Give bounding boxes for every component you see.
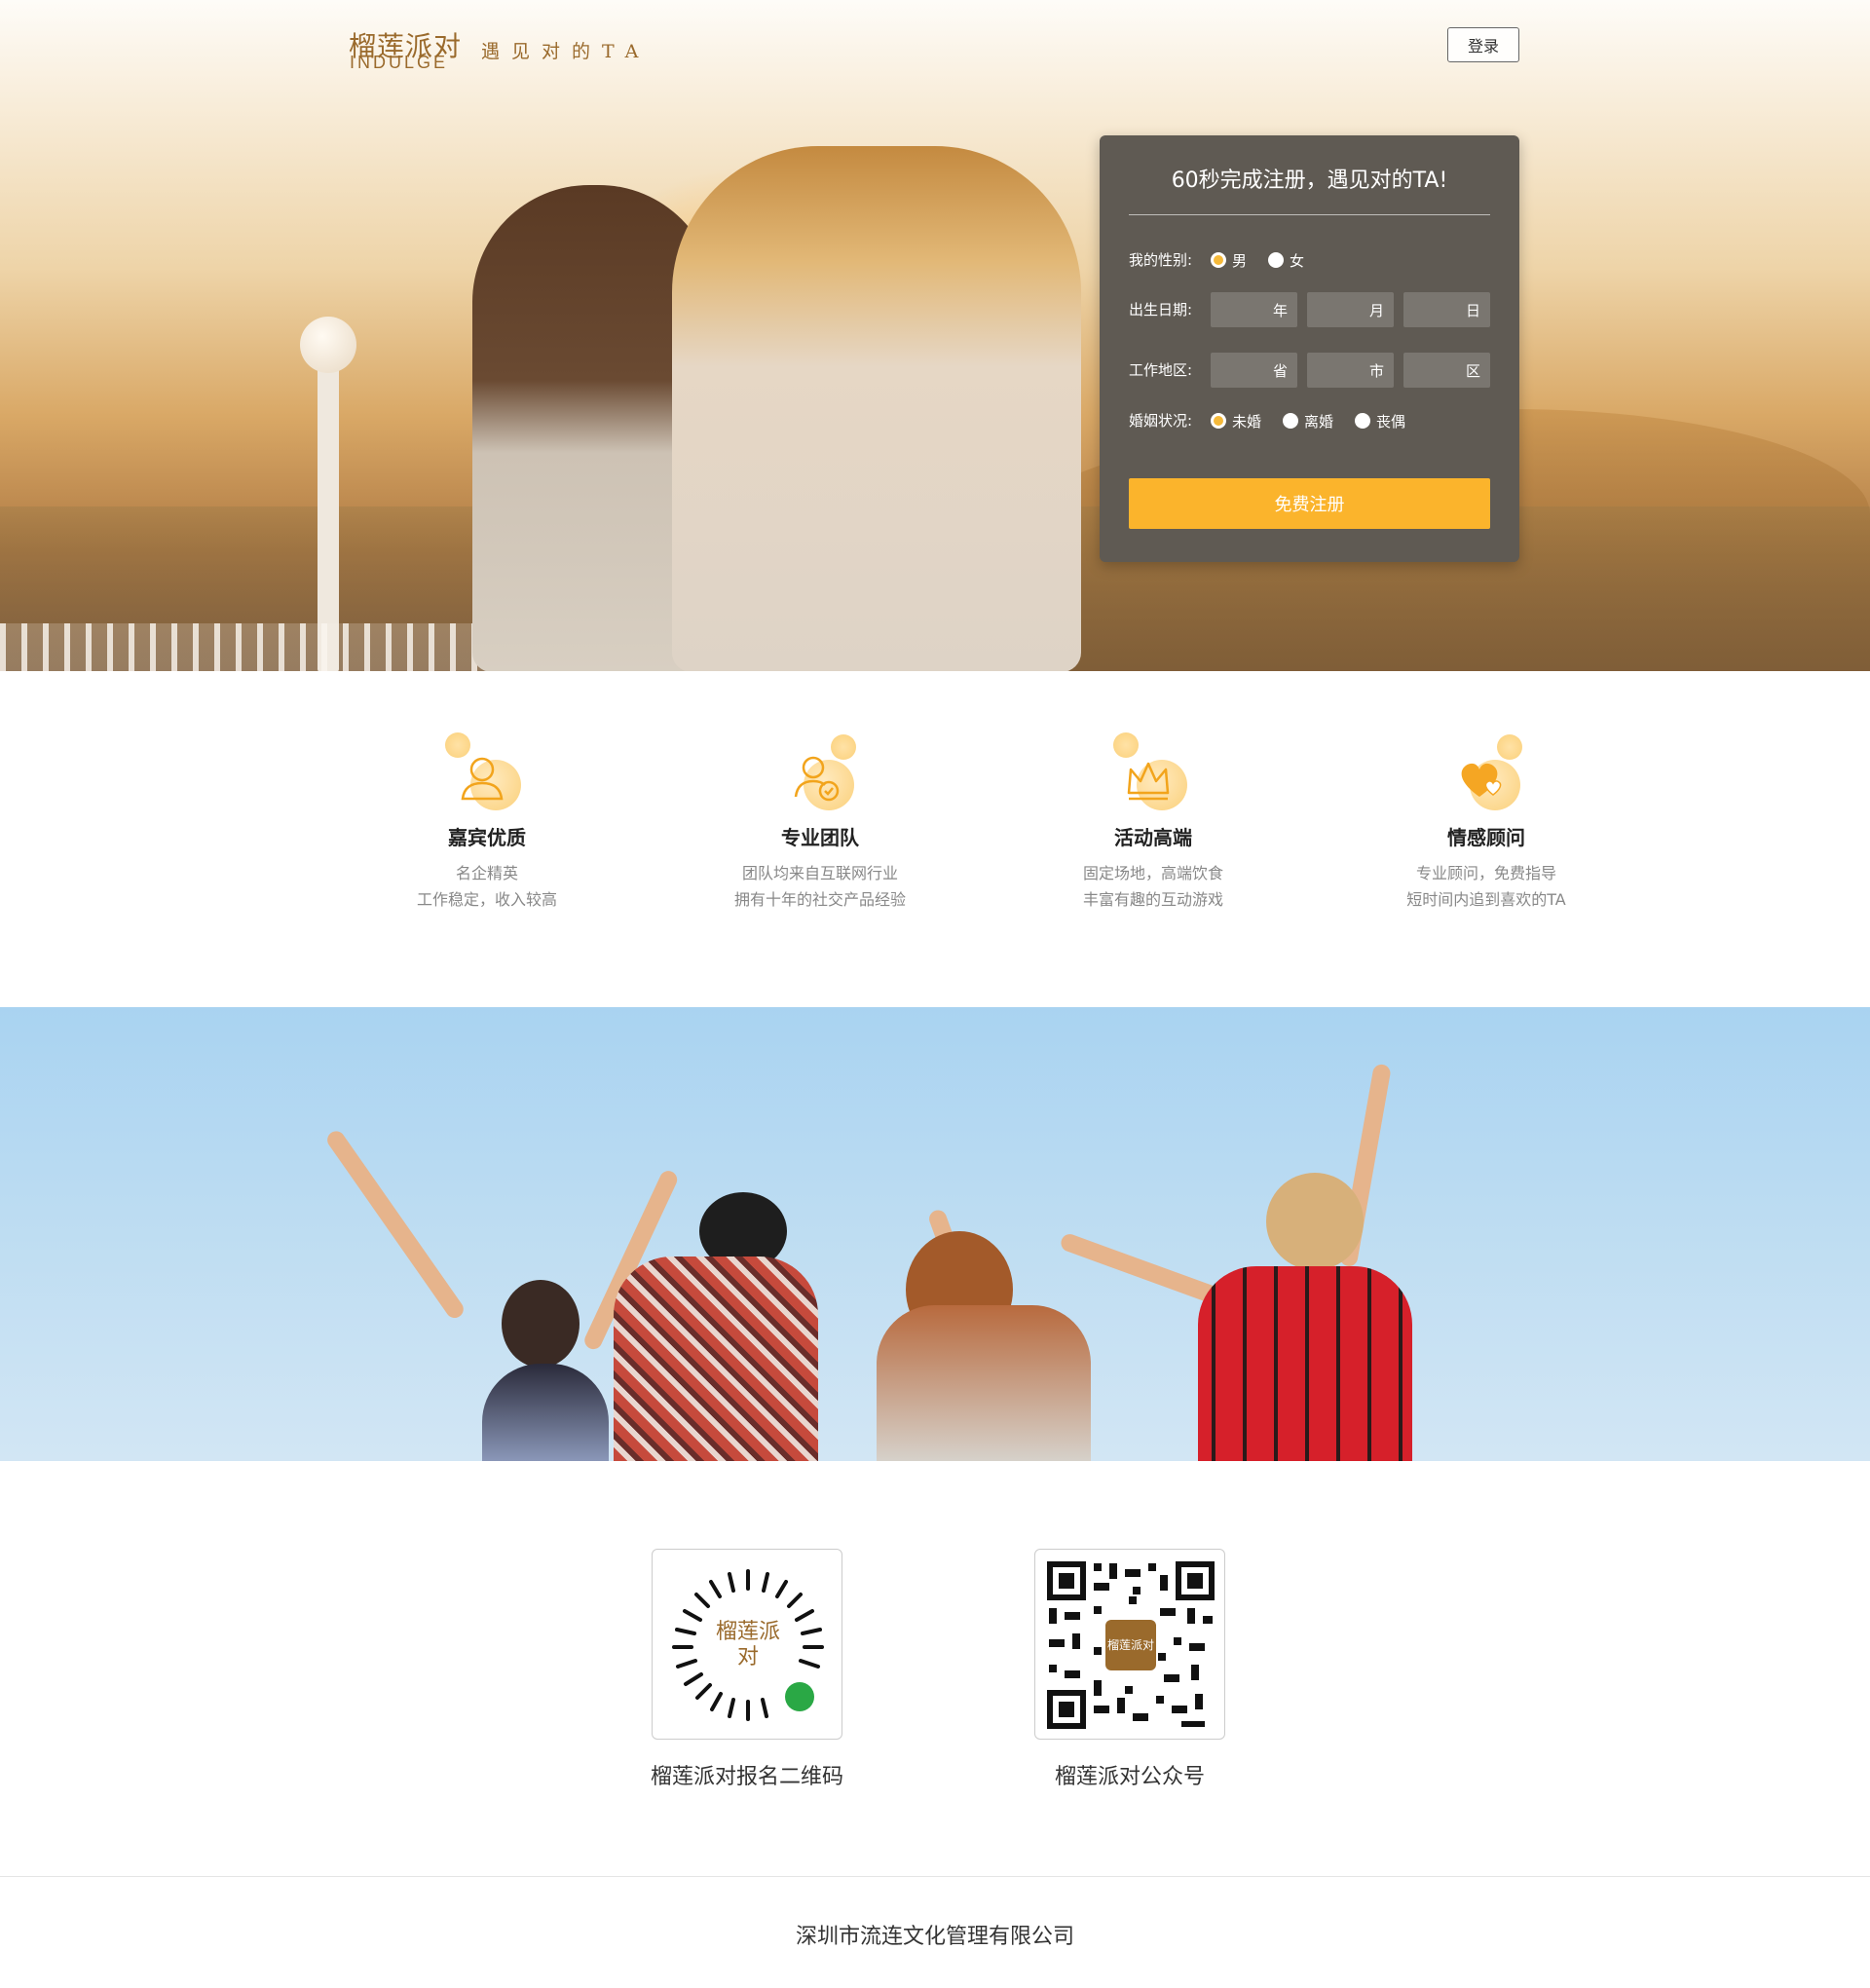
feature-emotional-advisor: 情感顾问 专业顾问，免费指导 短时间内追到喜欢的TA xyxy=(1369,731,1603,913)
feature-high-end-events: 活动高端 固定场地，高端饮食 丰富有趣的互动游戏 xyxy=(1036,731,1270,913)
friend-head-straw-hat xyxy=(1266,1173,1364,1270)
radio-unselected-icon xyxy=(1355,413,1371,429)
gender-options: 男 女 xyxy=(1211,243,1326,278)
header: 榴莲派对 INDULGE 遇见对的TA 登录 xyxy=(349,25,1519,74)
radio-label: 丧偶 xyxy=(1376,412,1406,431)
gender-row: 我的性别: 男 女 xyxy=(1129,243,1490,278)
feature-desc: 专业顾问，免费指导 xyxy=(1415,864,1556,882)
region-selects: 省 市 区 xyxy=(1211,353,1490,388)
marital-divorced-radio[interactable]: 离婚 xyxy=(1283,411,1333,431)
divider xyxy=(1129,214,1490,215)
feature-desc: 工作稳定，收入较高 xyxy=(416,890,557,909)
radio-label: 离婚 xyxy=(1304,412,1334,431)
friend-body-red-plaid xyxy=(1198,1266,1412,1461)
verified-person-icon xyxy=(776,731,864,818)
radio-unselected-icon xyxy=(1268,252,1285,268)
mini-program-qr-code[interactable]: 榴莲派对 xyxy=(652,1549,842,1740)
feature-desc: 短时间内追到喜欢的TA xyxy=(1406,890,1566,909)
radio-unselected-icon xyxy=(1283,413,1299,429)
raised-arm xyxy=(323,1127,468,1322)
feature-desc: 拥有十年的社交产品经验 xyxy=(733,890,906,909)
radio-selected-icon xyxy=(1211,413,1226,429)
birth-year-select[interactable]: 年 xyxy=(1211,292,1297,327)
friend-head xyxy=(502,1280,580,1368)
marital-single-radio[interactable]: 未婚 xyxy=(1211,411,1261,431)
gender-male-radio[interactable]: 男 xyxy=(1211,250,1247,271)
qr-center-logo: 榴莲派对 xyxy=(713,1610,783,1680)
feature-title: 活动高端 xyxy=(1114,826,1192,849)
footer-company-name: 深圳市流连文化管理有限公司 xyxy=(795,1925,1074,1949)
official-account-qr-block: 榴莲派对 榴莲派对公众号 xyxy=(1008,1549,1252,1790)
birth-month-select[interactable]: 月 xyxy=(1307,292,1394,327)
footer-divider xyxy=(0,1876,1870,1877)
birth-day-select[interactable]: 日 xyxy=(1403,292,1490,327)
lamp-globe xyxy=(300,317,356,373)
radio-label: 未婚 xyxy=(1232,412,1262,431)
register-title: 60秒完成注册，遇见对的TA! xyxy=(1171,169,1448,193)
qr-label: 榴莲派对公众号 xyxy=(1054,1765,1205,1789)
friend-body xyxy=(877,1305,1091,1461)
region-row: 工作地区: 省 市 区 xyxy=(1129,353,1490,388)
slogan: 遇见对的TA xyxy=(481,41,651,62)
feature-desc: 名企精英 xyxy=(455,864,518,882)
feature-title: 情感顾问 xyxy=(1447,826,1525,849)
feature-title: 专业团队 xyxy=(781,826,859,849)
gender-female-radio[interactable]: 女 xyxy=(1268,250,1304,271)
birthday-label: 出生日期: xyxy=(1129,301,1193,319)
person-icon xyxy=(443,731,531,818)
feature-desc: 丰富有趣的互动游戏 xyxy=(1082,890,1223,909)
region-label: 工作地区: xyxy=(1129,361,1193,379)
official-account-qr-code[interactable]: 榴莲派对 xyxy=(1034,1549,1225,1740)
heart-icon xyxy=(1442,731,1530,818)
logo-english: INDULGE xyxy=(350,53,449,72)
friends-banner xyxy=(0,1007,1870,1461)
login-button[interactable]: 登录 xyxy=(1447,27,1519,62)
birthday-selects: 年 月 日 xyxy=(1211,292,1490,327)
district-select[interactable]: 区 xyxy=(1403,353,1490,388)
register-panel: 60秒完成注册，遇见对的TA! 我的性别: 男 女 出生日期: 年 月 日 工作… xyxy=(1100,135,1519,562)
qr-label: 榴莲派对报名二维码 xyxy=(650,1765,843,1789)
features-section: 嘉宾优质 名企精英 工作稳定，收入较高 专业团队 团队均来自互联网行业 拥有十年… xyxy=(349,731,1566,945)
mini-program-icon xyxy=(785,1682,814,1711)
couple-man xyxy=(672,146,1081,671)
signup-qr-block: 榴莲派对 榴莲派对报名二维码 xyxy=(625,1549,869,1790)
feature-quality-guests: 嘉宾优质 名企精英 工作稳定，收入较高 xyxy=(370,731,604,913)
radio-label: 男 xyxy=(1232,251,1248,270)
birthday-row: 出生日期: 年 月 日 xyxy=(1129,292,1490,327)
feature-professional-team: 专业团队 团队均来自互联网行业 拥有十年的社交产品经验 xyxy=(703,731,937,913)
radio-label: 女 xyxy=(1290,251,1305,270)
feature-desc: 固定场地，高端饮食 xyxy=(1082,864,1223,882)
brand-logo[interactable]: 榴莲派对 INDULGE xyxy=(349,25,466,74)
marital-label: 婚姻状况: xyxy=(1129,412,1193,430)
feature-title: 嘉宾优质 xyxy=(448,826,526,849)
free-register-button[interactable]: 免费注册 xyxy=(1129,478,1490,529)
marital-widowed-radio[interactable]: 丧偶 xyxy=(1355,411,1405,431)
friend-body-plaid xyxy=(614,1257,818,1461)
radio-selected-icon xyxy=(1211,252,1226,268)
feature-desc: 团队均来自互联网行业 xyxy=(741,864,898,882)
gender-label: 我的性别: xyxy=(1129,251,1193,269)
province-select[interactable]: 省 xyxy=(1211,353,1297,388)
friend-body xyxy=(482,1364,609,1461)
marital-options: 未婚 离婚 丧偶 xyxy=(1211,403,1427,438)
qr-center-logo: 榴莲派对 xyxy=(1105,1620,1156,1670)
hero-banner xyxy=(0,0,1870,671)
marital-row: 婚姻状况: 未婚 离婚 丧偶 xyxy=(1129,403,1490,438)
city-select[interactable]: 市 xyxy=(1307,353,1394,388)
crown-icon xyxy=(1109,731,1197,818)
